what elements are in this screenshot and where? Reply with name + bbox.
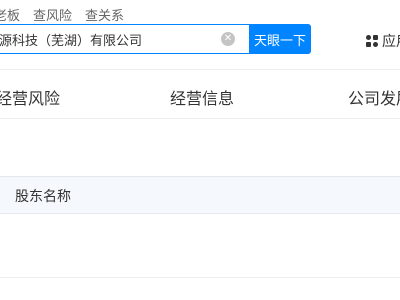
apps-label: 应用 — [382, 34, 400, 50]
shareholder-table-header: 股东名称 — [0, 176, 400, 214]
search-box: ✕ 天眼一下 — [0, 24, 311, 54]
search-input[interactable] — [0, 25, 241, 53]
apps-grid-icon — [366, 35, 378, 47]
search-tab-relation[interactable]: 查关系 — [85, 5, 124, 24]
search-tab-risk[interactable]: 查风险 — [33, 5, 72, 24]
search-type-tabs: 老板 查风险 查关系 — [0, 5, 124, 24]
apps-menu[interactable]: 应用 — [366, 31, 400, 51]
search-button[interactable]: 天眼一下 — [249, 24, 311, 54]
clear-icon[interactable]: ✕ — [221, 32, 235, 46]
search-tab-boss[interactable]: 老板 — [0, 5, 20, 24]
company-section-tabs: 经营风险 经营信息 公司发展 — [0, 71, 400, 119]
top-header: 老板 查风险 查关系 ✕ 天眼一下 应用 — [0, 0, 400, 70]
tab-company-development[interactable]: 公司发展 — [348, 85, 400, 109]
tab-business-info[interactable]: 经营信息 — [170, 85, 234, 109]
table-row-divider — [0, 277, 400, 278]
column-header-shareholder-name: 股东名称 — [15, 189, 71, 205]
tab-business-risk[interactable]: 经营风险 — [0, 85, 60, 109]
